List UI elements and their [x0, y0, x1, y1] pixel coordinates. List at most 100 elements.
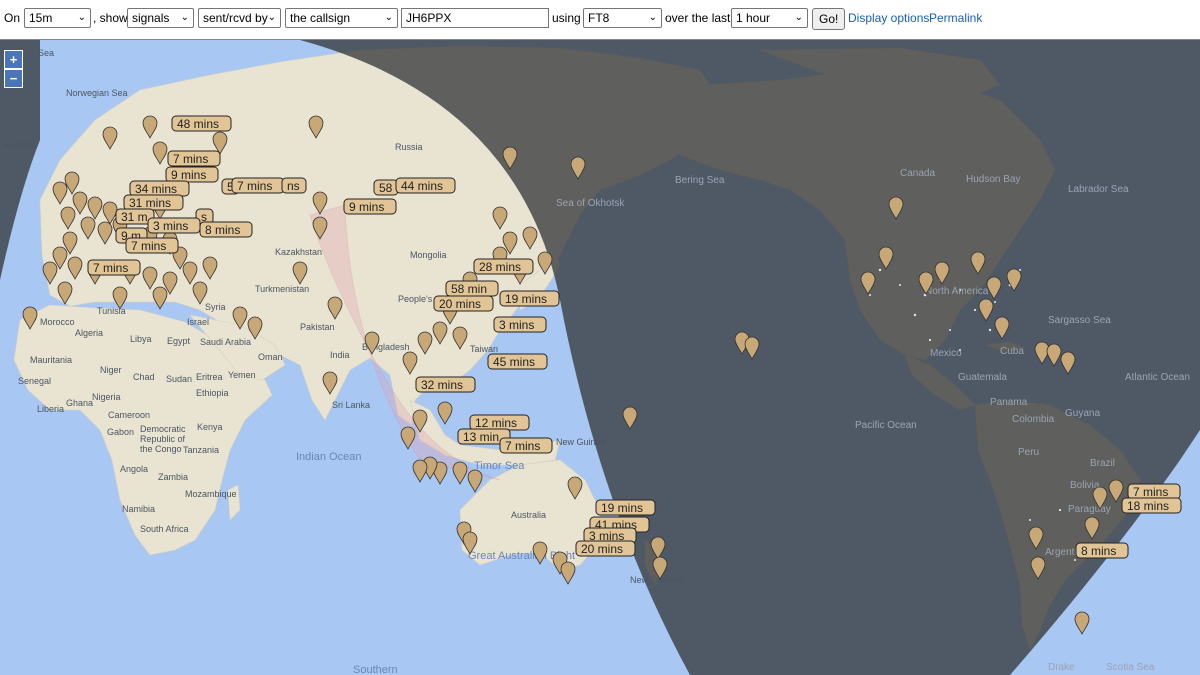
spot-age-badge[interactable]: 7 mins	[231, 177, 285, 194]
period-value: 1 hour	[736, 11, 771, 25]
band-select[interactable]: 15m ⌄	[24, 8, 91, 28]
map-pin-icon[interactable]	[560, 561, 576, 585]
callsign-input[interactable]: JH6PPX	[401, 8, 549, 28]
target-type-select[interactable]: the callsign ⌄	[285, 8, 398, 28]
label-ghana: Ghana	[66, 398, 93, 408]
spot-age-badge[interactable]: 7 mins	[499, 437, 553, 454]
period-select[interactable]: 1 hour ⌄	[731, 8, 808, 28]
direction-select[interactable]: sent/rcvd by ⌄	[198, 8, 281, 28]
map-pin-icon[interactable]	[467, 469, 483, 493]
badge-text: 13 min	[463, 430, 499, 444]
label-scotia: Scotia Sea	[1106, 662, 1155, 673]
go-button[interactable]: Go!	[812, 8, 846, 30]
spot-age-badge[interactable]: 34 mins	[129, 180, 190, 197]
spot-age-badge[interactable]: 32 mins	[415, 376, 476, 393]
label-tanzania: Tanzania	[183, 445, 219, 455]
map-pin-icon[interactable]	[1074, 611, 1090, 635]
permalink-link[interactable]: Permalink	[929, 8, 982, 28]
badge-text: 19 mins	[505, 292, 547, 306]
label-cameroon: Cameroon	[108, 410, 150, 420]
spot-age-badge[interactable]: 19 mins	[499, 290, 560, 307]
badge-text: 58	[379, 181, 393, 195]
label-pacific: Pacific Ocean	[855, 420, 917, 431]
label-drake: Drake	[1048, 662, 1075, 673]
badge-text: 48 mins	[177, 117, 219, 131]
label-egypt: Egypt	[167, 336, 191, 346]
badge-text: 28 mins	[479, 260, 521, 274]
spot-age-badge[interactable]: 45 mins	[487, 353, 548, 370]
badge-text: 20 mins	[581, 542, 623, 556]
badge-text: 8 mins	[1081, 544, 1116, 558]
label-norwegian-sea: Norwegian Sea	[66, 88, 128, 98]
label-sri-lanka: Sri Lanka	[332, 400, 370, 410]
spot-age-badge[interactable]: 3 mins	[147, 217, 201, 234]
badge-text: 9 mins	[171, 168, 206, 182]
chevron-down-icon: ⌄	[267, 12, 276, 23]
spot-age-badge[interactable]: 3 mins	[493, 316, 547, 333]
map-pin-icon[interactable]	[152, 286, 168, 310]
spot-age-badge[interactable]: 28 mins	[473, 258, 534, 275]
label-okhotsk: Sea of Okhotsk	[556, 198, 625, 209]
label-taiwan: Taiwan	[470, 344, 498, 354]
display-options-link[interactable]: Display options	[848, 8, 929, 28]
label-kenya: Kenya	[197, 422, 223, 432]
spot-age-badge[interactable]: ns	[281, 177, 307, 194]
map-pin-icon[interactable]	[437, 401, 453, 425]
spot-age-badge[interactable]: 31 mins	[123, 194, 184, 211]
badge-text: 8 mins	[205, 223, 240, 237]
spot-age-badge[interactable]: 8 mins	[1075, 542, 1129, 559]
label-cuba: Cuba	[1000, 346, 1024, 357]
mode-value: FT8	[588, 11, 610, 25]
label-oman: Oman	[258, 352, 283, 362]
mode-select[interactable]: FT8 ⌄	[583, 8, 662, 28]
badge-text: 7 mins	[237, 179, 272, 193]
badge-text: 34 mins	[135, 182, 177, 196]
label-guatemala: Guatemala	[958, 372, 1007, 383]
show-select[interactable]: signals ⌄	[127, 8, 194, 28]
spot-age-badge[interactable]: 48 mins	[171, 115, 232, 132]
label-niger: Niger	[100, 365, 122, 375]
label-ethiopia: Ethiopia	[196, 388, 229, 398]
label-drc3: the Congo	[140, 444, 182, 454]
spot-age-badge[interactable]: 7 mins	[167, 150, 221, 167]
spot-age-badge[interactable]: 7 mins	[125, 237, 179, 254]
spot-age-badge[interactable]: 19 mins	[595, 499, 656, 516]
spot-age-badge[interactable]: 9 mins	[343, 198, 397, 215]
zoom-out-button[interactable]: −	[4, 69, 23, 88]
label-kazakhstan: Kazakhstan	[275, 247, 322, 257]
badge-text: 44 mins	[401, 179, 443, 193]
label-peru: Peru	[1018, 447, 1039, 458]
spot-age-badge[interactable]: 18 mins	[1121, 497, 1182, 514]
badge-text: 19 mins	[601, 501, 643, 515]
chevron-down-icon: ⌄	[384, 12, 393, 23]
badge-text: 3 mins	[499, 318, 534, 332]
label-tunisia: Tunisia	[97, 306, 126, 316]
spot-age-badge[interactable]: 12 mins	[469, 414, 530, 431]
spot-age-badge[interactable]: 9 mins	[165, 166, 219, 183]
spot-age-badge[interactable]: 7 mins	[1127, 483, 1181, 500]
label-gabon: Gabon	[107, 427, 134, 437]
spot-age-badge[interactable]: 58	[373, 179, 399, 196]
label-atlantic: Atlantic Ocean	[1125, 372, 1190, 383]
spot-age-badge[interactable]: 44 mins	[395, 177, 456, 194]
badge-text: 12 mins	[475, 416, 517, 430]
map-pin-icon[interactable]	[452, 461, 468, 485]
spot-age-badge[interactable]: 7 mins	[87, 259, 141, 276]
spot-age-badge[interactable]: 58 min	[445, 280, 499, 297]
badge-text: 32 mins	[421, 378, 463, 392]
label-bering: Bering Sea	[675, 175, 725, 186]
zoom-in-button[interactable]: +	[4, 50, 23, 69]
spot-age-badge[interactable]: 20 mins	[575, 540, 636, 557]
map-canvas: Sea Norwegian Sea Iceland Russia Kazakhs…	[0, 40, 1200, 675]
chevron-down-icon: ⌄	[77, 12, 86, 23]
map-pin-icon[interactable]	[412, 459, 428, 483]
badge-text: 7 mins	[505, 439, 540, 453]
spot-age-badge[interactable]: 20 mins	[433, 295, 494, 312]
label-yemen: Yemen	[228, 370, 256, 380]
label-drc2: Republic of	[140, 434, 186, 444]
spot-age-badge[interactable]: 8 mins	[199, 221, 253, 238]
world-map[interactable]: Sea Norwegian Sea Iceland Russia Kazakhs…	[0, 40, 1200, 675]
label-senegal: Senegal	[18, 376, 51, 386]
badge-text: 7 mins	[1133, 485, 1168, 499]
label-guyana: Guyana	[1065, 408, 1100, 419]
